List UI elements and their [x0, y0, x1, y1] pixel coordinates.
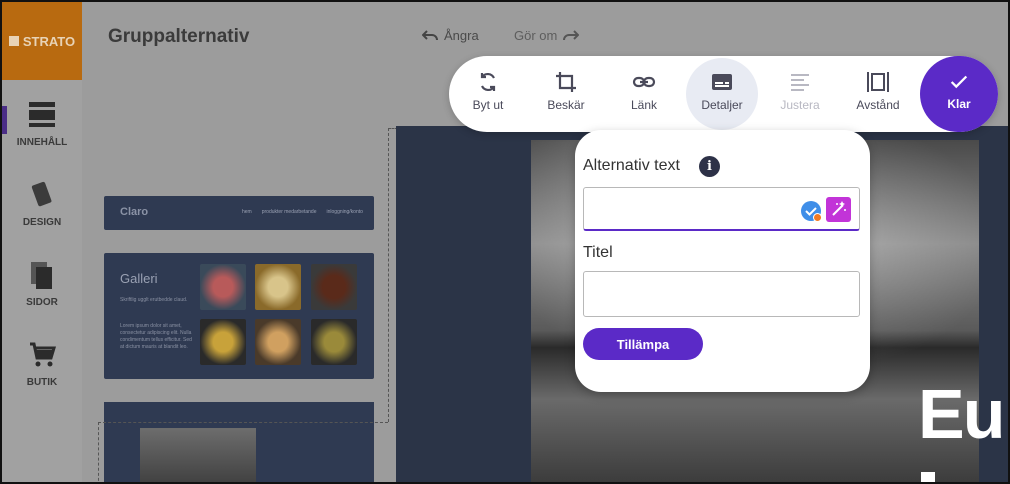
- rail-item-pages[interactable]: SIDOR: [2, 260, 82, 308]
- section-thumbnail-header[interactable]: Claro hem produkter medarbetande inloggn…: [104, 196, 374, 230]
- thumb-link: produkter medarbetande: [261, 209, 317, 215]
- image-toolbar: Byt ut Beskär Länk Detaljer Justera Avst…: [449, 56, 998, 132]
- magic-wand-icon: [832, 201, 846, 216]
- hero-heading: Eu: [918, 375, 1005, 453]
- alt-text-input[interactable]: [590, 188, 804, 228]
- rail-item-label: DESIGN: [22, 217, 62, 228]
- undo-button[interactable]: Ångra: [422, 28, 479, 43]
- gallery-image: [311, 319, 357, 365]
- spacing-button[interactable]: Avstånd: [842, 56, 914, 132]
- hero-heading-fragment: [921, 472, 935, 482]
- rail-item-content[interactable]: INNEHÅLL: [2, 100, 82, 148]
- replace-label: Byt ut: [472, 98, 504, 112]
- rail-item-design[interactable]: DESIGN: [2, 180, 82, 228]
- details-popover: Alternativ text i Titel Tillämpa: [575, 130, 870, 392]
- align-button[interactable]: Justera: [764, 56, 836, 132]
- selection-outline: [98, 422, 99, 482]
- details-button[interactable]: Detaljer: [686, 58, 758, 130]
- apply-button[interactable]: Tillämpa: [583, 328, 703, 360]
- info-icon[interactable]: i: [699, 156, 720, 177]
- selection-outline: [98, 422, 388, 423]
- thumb-link: hem: [242, 209, 252, 215]
- details-label: Detaljer: [701, 98, 743, 112]
- thumb-brand: Claro: [120, 206, 149, 218]
- thumb-hero-image: [140, 428, 256, 482]
- align-icon: [791, 74, 809, 91]
- pages-icon: [31, 262, 52, 289]
- selection-outline: [388, 128, 389, 422]
- title-field[interactable]: [583, 271, 860, 317]
- left-rail: INNEHÅLL DESIGN SIDOR BUTIK: [2, 80, 82, 482]
- page-title: Gruppalternativ: [108, 26, 250, 47]
- gallery-image: [255, 319, 301, 365]
- link-label: Länk: [630, 98, 658, 112]
- align-label: Justera: [780, 98, 820, 112]
- done-button[interactable]: Klar: [920, 56, 998, 132]
- cart-icon: [30, 342, 57, 367]
- spacing-icon: [867, 72, 889, 92]
- redo-icon: [563, 29, 580, 40]
- logo-text: STRATO: [22, 33, 76, 49]
- redo-button[interactable]: Gör om: [514, 28, 580, 43]
- gallery-image: [200, 264, 246, 310]
- title-input[interactable]: [590, 272, 854, 312]
- crop-label: Beskär: [547, 98, 585, 112]
- alt-text-field[interactable]: [583, 187, 860, 231]
- title-label: Titel: [583, 244, 613, 261]
- gallery-image: [200, 319, 246, 365]
- rail-item-label: BUTIK: [26, 377, 58, 388]
- app-frame: STRATO INNEHÅLL DESIGN SIDOR BUTIK Grupp…: [0, 0, 1010, 484]
- replace-button[interactable]: Byt ut: [452, 56, 524, 132]
- thumb-nav-links: hem produkter medarbetande inloggning/ko…: [242, 209, 363, 215]
- rail-item-label: SIDOR: [26, 297, 58, 308]
- thumb-gallery-title: Galleri: [120, 271, 158, 286]
- details-icon: [712, 74, 732, 90]
- ai-wand-button[interactable]: [826, 197, 851, 222]
- check-icon: [950, 75, 968, 89]
- undo-icon: [422, 29, 438, 40]
- content-icon: [29, 102, 55, 127]
- gallery-image: [311, 264, 357, 310]
- section-thumbnail-hero[interactable]: [104, 402, 374, 482]
- thumb-gallery-text: Lorem ipsum dolor sit amet, consectetur …: [120, 323, 192, 350]
- spacing-label: Avstånd: [856, 98, 900, 112]
- section-thumbnail-gallery[interactable]: Galleri Skriftlig ugglt erutbedde claud.…: [104, 253, 374, 379]
- crop-button[interactable]: Beskär: [530, 56, 602, 132]
- alt-text-label: Alternativ text: [583, 157, 680, 174]
- crop-icon: [556, 72, 576, 92]
- undo-label: Ångra: [444, 28, 479, 43]
- rail-item-label: INNEHÅLL: [16, 137, 68, 148]
- strato-logo[interactable]: STRATO: [2, 2, 82, 80]
- grammar-check-icon[interactable]: [801, 201, 822, 222]
- rail-item-shop[interactable]: BUTIK: [2, 340, 82, 388]
- thumb-link: inloggning/konto: [326, 209, 363, 215]
- redo-label: Gör om: [514, 28, 558, 43]
- status-dot: [813, 213, 822, 222]
- thumb-gallery-text: Skriftlig ugglt erutbedde claud.: [120, 297, 188, 303]
- logo-mark-icon: [8, 36, 19, 46]
- link-icon: [632, 76, 656, 88]
- link-button[interactable]: Länk: [608, 56, 680, 132]
- gallery-image: [255, 264, 301, 310]
- done-label: Klar: [947, 97, 971, 111]
- replace-icon: [480, 72, 496, 92]
- design-icon: [31, 181, 52, 207]
